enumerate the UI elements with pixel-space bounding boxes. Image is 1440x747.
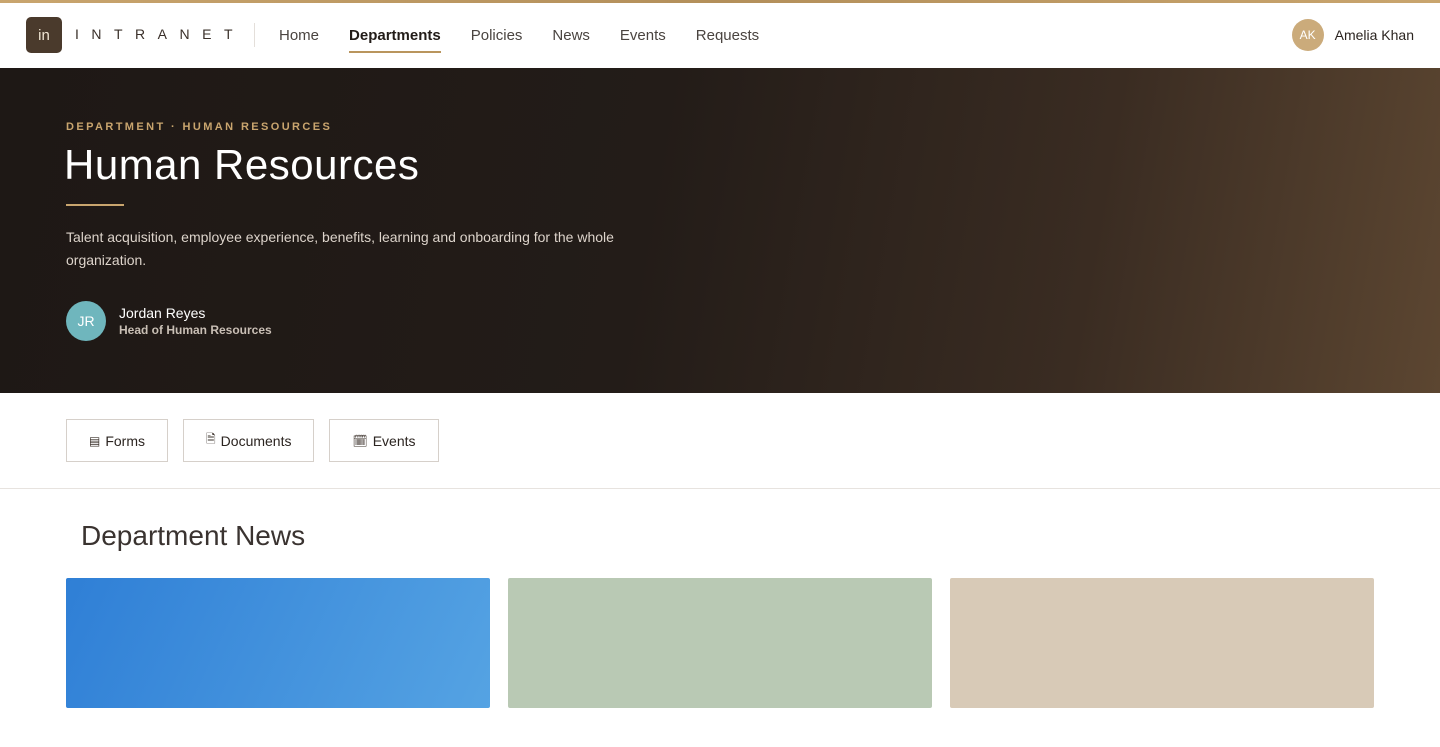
news-card-image-2[interactable]	[508, 578, 932, 708]
main-nav: Home Departments Policies News Events Re…	[279, 3, 759, 68]
forms-button[interactable]: ▤ Forms	[66, 419, 169, 462]
section-divider	[0, 488, 1440, 489]
user-name[interactable]: Amelia Khan	[1335, 27, 1414, 43]
title-underline	[66, 204, 124, 206]
forms-icon: ▤	[89, 433, 101, 448]
department-description: Talent acquisition, employee experience,…	[66, 229, 614, 268]
nav-item-events[interactable]: Events	[620, 27, 666, 44]
document-icon: 🗎	[206, 432, 216, 446]
documents-button-label: Documents	[220, 432, 292, 449]
department-head[interactable]: JR Jordan Reyes Head of Human Resources	[66, 301, 272, 341]
page-title: Human Resources	[64, 141, 420, 188]
brand-name[interactable]: INTRANET	[75, 26, 245, 42]
user-menu[interactable]: AK Amelia Khan	[1291, 19, 1414, 51]
calendar-icon: 🗓	[352, 433, 368, 448]
nav-item-requests[interactable]: Requests	[696, 27, 759, 44]
top-navbar: in INTRANET Home Departments Policies Ne…	[0, 3, 1440, 68]
head-name[interactable]: Jordan Reyes	[119, 305, 272, 321]
events-button-label: Events	[372, 432, 416, 449]
head-role: Head of Human Resources	[119, 323, 272, 337]
forms-button-label: Forms	[105, 432, 146, 449]
news-cards	[66, 578, 1374, 708]
user-avatar[interactable]: AK	[1291, 19, 1324, 51]
nav-item-news[interactable]: News	[552, 27, 590, 44]
logo-badge[interactable]: in	[26, 17, 62, 53]
nav-divider	[254, 23, 255, 47]
news-section-title: Department News	[81, 520, 306, 551]
nav-item-departments[interactable]: Departments	[349, 27, 441, 53]
hero-eyebrow: DEPARTMENT · HUMAN RESOURCES	[66, 121, 333, 133]
documents-button[interactable]: 🗎 Documents	[183, 419, 315, 462]
nav-item-home[interactable]: Home	[279, 27, 319, 44]
nav-item-policies[interactable]: Policies	[471, 27, 523, 44]
department-hero: DEPARTMENT · HUMAN RESOURCES Human Resou…	[0, 68, 1440, 393]
news-card-image-3[interactable]	[950, 578, 1374, 708]
quick-actions: ▤ Forms 🗎 Documents 🗓 Events	[66, 419, 439, 462]
head-info: Jordan Reyes Head of Human Resources	[119, 305, 272, 337]
news-card-image-1[interactable]	[66, 578, 490, 708]
events-button[interactable]: 🗓 Events	[329, 419, 439, 462]
head-avatar[interactable]: JR	[66, 301, 106, 341]
